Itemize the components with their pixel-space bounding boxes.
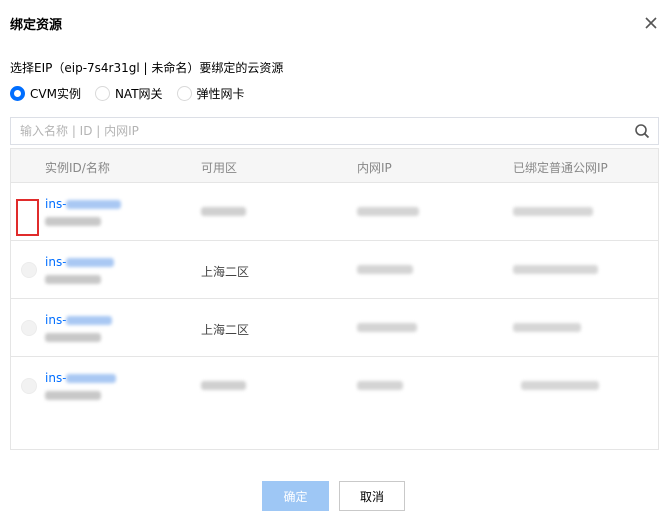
redacted-id [66,200,121,209]
radio-dot-icon [176,86,192,101]
redacted-id [66,316,112,325]
radio-label: 弹性网卡 [196,87,245,101]
redacted-zone [201,207,246,216]
dialog-title: 绑定资源 [10,18,63,33]
cancel-button[interactable]: 取消 [339,481,405,511]
redacted-public-ip [521,381,599,390]
dialog-description: 选择EIP（eip-7s4r31gl | 未命名）要绑定的云资源 [10,61,284,75]
redacted-private-ip [357,381,403,390]
redacted-name [45,391,101,400]
instance-id-link[interactable]: ins- [45,313,67,327]
instance-id-link[interactable]: ins- [45,197,67,211]
row-select-radio[interactable] [21,320,37,336]
table-header: 实例ID/名称 可用区 内网IP 已绑定普通公网IP [11,149,658,183]
radio-dot-icon [94,86,110,101]
redacted-public-ip [513,207,593,216]
instance-id-link[interactable]: ins- [45,371,67,385]
search-input[interactable] [11,118,621,144]
radio-label: CVM实例 [30,87,81,101]
row-select-radio[interactable] [21,378,37,394]
redacted-id [66,374,116,383]
column-header-instance: 实例ID/名称 [45,161,110,175]
zone-cell: 上海二区 [201,323,250,337]
redacted-private-ip [357,207,419,216]
column-header-zone: 可用区 [201,161,238,175]
instance-id-link[interactable]: ins- [45,255,67,269]
redacted-id [66,258,114,267]
redacted-public-ip [513,265,598,274]
close-icon[interactable] [643,15,659,31]
table-row[interactable]: ins- [11,183,658,241]
column-header-public-ip: 已绑定普通公网IP [513,161,608,175]
redacted-name [45,275,101,284]
radio-eni[interactable]: 弹性网卡 [176,85,245,102]
redacted-name [45,333,101,342]
row-select-radio[interactable] [21,262,37,278]
table-row[interactable]: ins- [11,357,658,415]
radio-nat-gateway[interactable]: NAT网关 [94,85,163,102]
redacted-private-ip [357,323,417,332]
confirm-button[interactable]: 确定 [262,481,329,511]
table-row[interactable]: ins- 上海二区 [11,299,658,357]
radio-cvm[interactable]: CVM实例 [10,85,81,102]
redacted-public-ip [513,323,581,332]
search-icon[interactable] [634,123,650,139]
radio-dot-icon [10,86,25,101]
radio-label: NAT网关 [114,87,163,101]
redacted-private-ip [357,265,413,274]
row-select-radio[interactable] [16,199,39,236]
column-header-private-ip: 内网IP [357,161,392,175]
instance-table: 实例ID/名称 可用区 内网IP 已绑定普通公网IP ins- ins- 上海二… [10,148,659,450]
zone-cell: 上海二区 [201,265,250,279]
redacted-name [45,217,101,226]
search-box [10,117,659,145]
redacted-zone [201,381,246,390]
table-row[interactable]: ins- 上海二区 [11,241,658,299]
resource-type-radio-group: CVM实例 NAT网关 弹性网卡 [10,85,259,102]
